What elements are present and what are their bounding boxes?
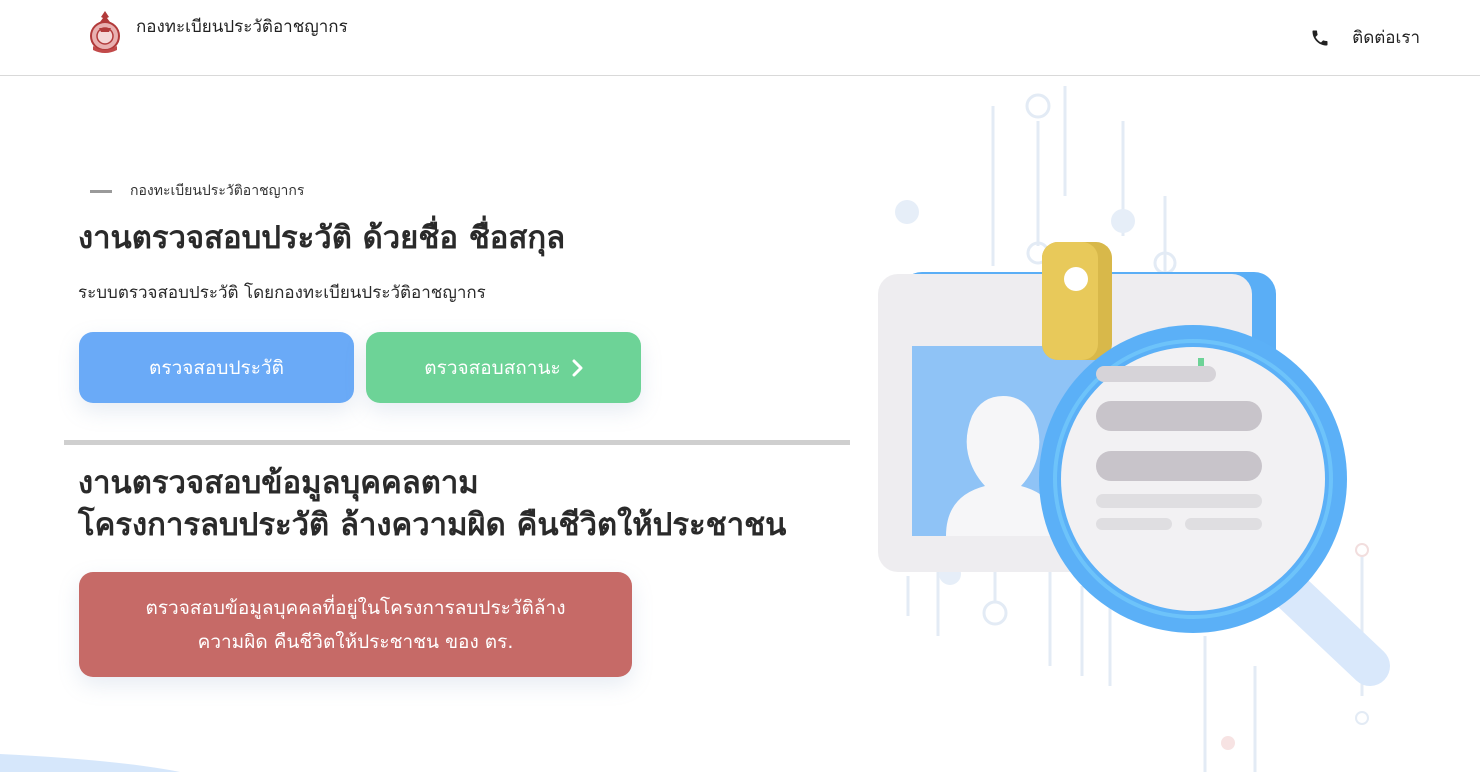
check-status-button[interactable]: ตรวจสอบสถานะ: [366, 332, 641, 403]
page: กองทะเบียนประวัติอาชญากร ติดต่อเรา กองทะ…: [0, 0, 1480, 772]
eyebrow-dash: [90, 189, 112, 193]
check-project-label-line2: ความผิด คืนชีวิตให้ประชาชน ของ ตร.: [197, 630, 514, 653]
contact-link[interactable]: ติดต่อเรา: [1310, 24, 1420, 51]
check-history-button[interactable]: ตรวจสอบประวัติ: [79, 332, 354, 403]
hero-title: งานตรวจสอบประวัติ ด้วยชื่อ ชื่อสกุล: [78, 220, 566, 256]
project-title-line1: งานตรวจสอบข้อมูลบุคคลตาม: [78, 465, 479, 501]
bottom-wave-decor: [0, 754, 180, 772]
project-title: งานตรวจสอบข้อมูลบุคคลตาม โครงการลบประวัต…: [78, 462, 786, 546]
police-emblem-icon: [90, 11, 120, 53]
check-project-person-button[interactable]: ตรวจสอบข้อมูลบุคคลที่อยู่ในโครงการลบประว…: [79, 572, 632, 677]
brand-name: กองทะเบียนประวัติอาชญากร: [136, 16, 348, 37]
hero-subtitle: ระบบตรวจสอบประวัติ โดยกองทะเบียนประวัติอ…: [78, 283, 486, 303]
contact-label: ติดต่อเรา: [1352, 28, 1420, 48]
check-project-label: ตรวจสอบข้อมูลบุคคลที่อยู่ในโครงการลบประว…: [146, 591, 566, 659]
brand[interactable]: กองทะเบียนประวัติอาชญากร: [86, 8, 348, 56]
project-title-line2: โครงการลบประวัติ ล้างความผิด คืนชีวิตให้…: [78, 507, 787, 543]
eyebrow-text: กองทะเบียนประวัติอาชญากร: [130, 183, 305, 199]
id-card-magnifier-illustration: [878, 86, 1390, 772]
eyebrow: กองทะเบียนประวัติอาชญากร: [90, 180, 304, 202]
phone-icon: [1312, 30, 1328, 45]
section-divider: [64, 440, 850, 445]
check-history-label: ตรวจสอบประวัติ: [149, 356, 284, 379]
check-project-label-line1: ตรวจสอบข้อมูลบุคคลที่อยู่ในโครงการลบประว…: [145, 596, 566, 619]
top-navbar: กองทะเบียนประวัติอาชญากร ติดต่อเรา: [0, 0, 1480, 76]
check-status-label: ตรวจสอบสถานะ: [424, 356, 561, 379]
chevron-right-icon: [572, 359, 583, 376]
